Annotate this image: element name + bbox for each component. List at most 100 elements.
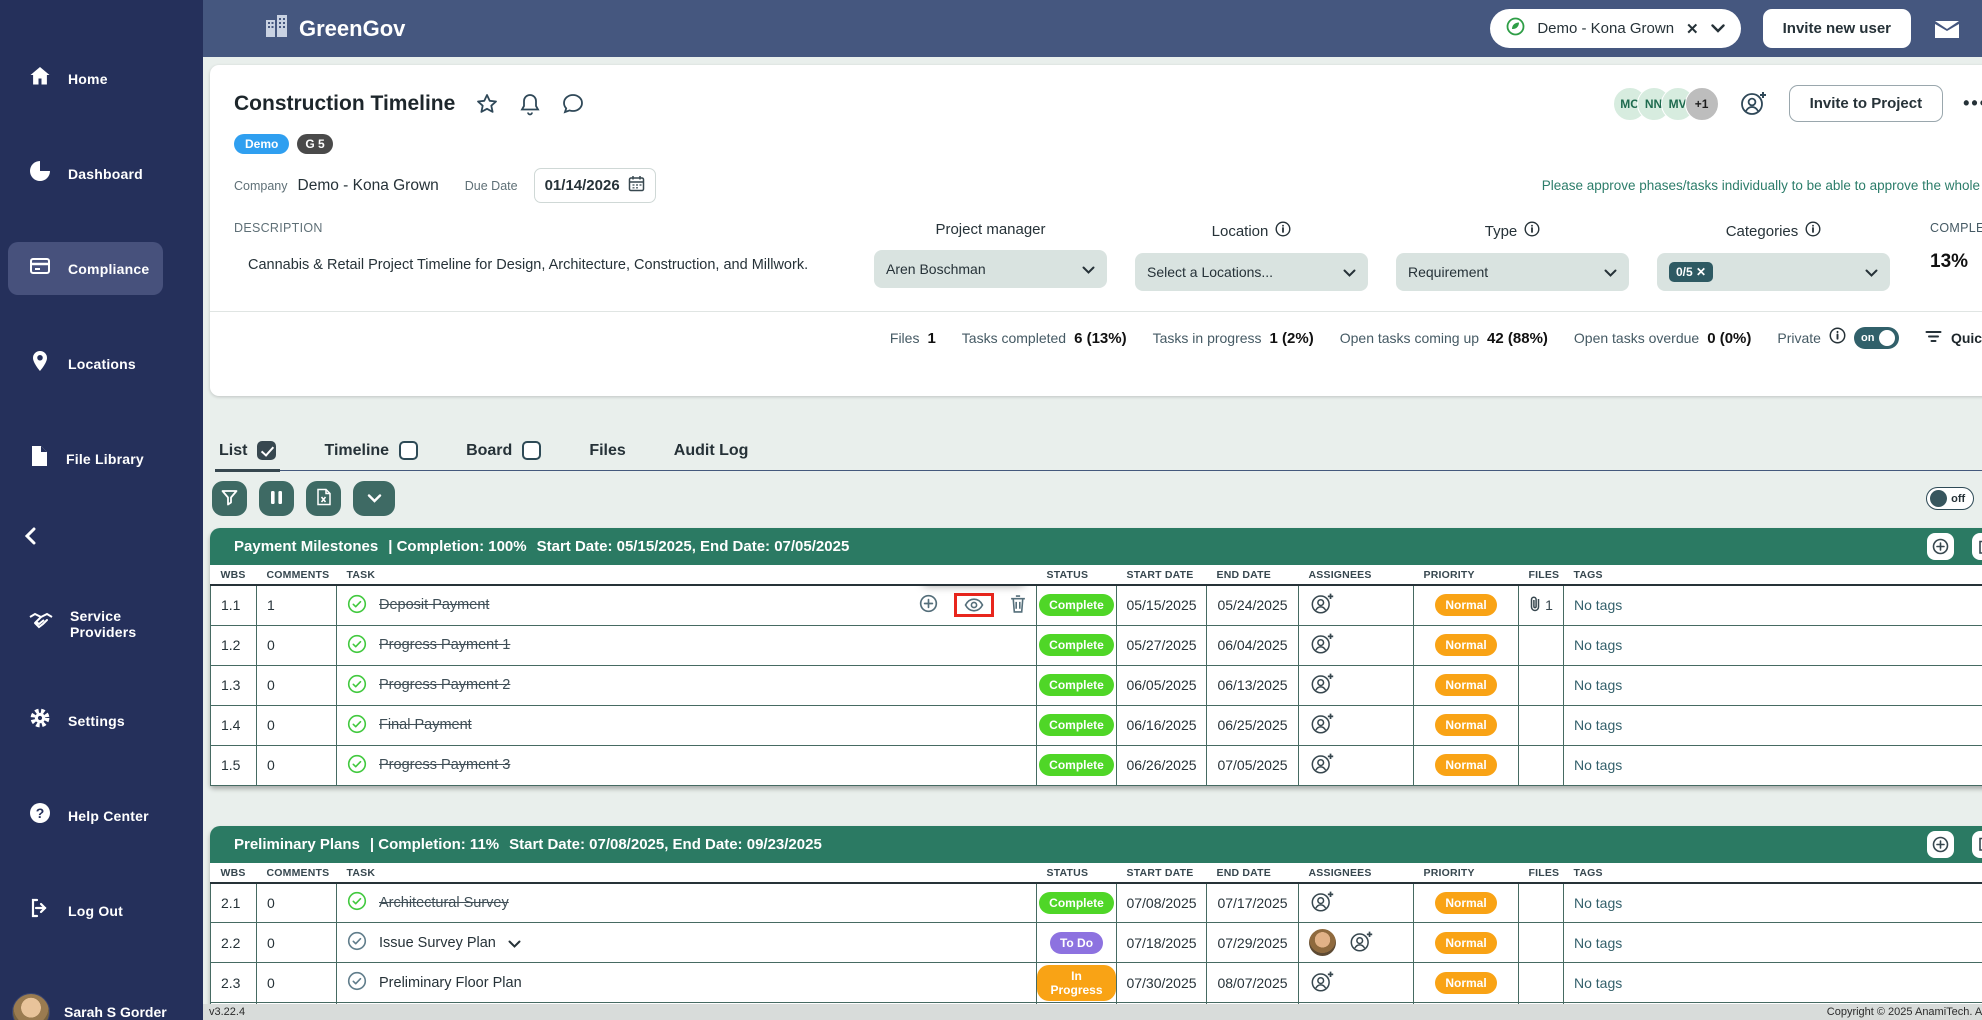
end-date-cell[interactable]: 06/04/2025 [1207, 625, 1299, 665]
tags-cell[interactable]: No tags [1564, 705, 1982, 745]
check-circle-icon[interactable] [347, 891, 367, 914]
files-cell[interactable]: 1 [1519, 585, 1564, 625]
sidebar-item-dashboard[interactable]: Dashboard [8, 147, 193, 200]
task-name[interactable]: Deposit Payment [379, 597, 489, 613]
task-cell[interactable]: Progress Payment 2 [337, 665, 1037, 705]
tab-list[interactable]: List [219, 441, 276, 470]
comments-cell[interactable]: 0 [257, 745, 337, 785]
task-name[interactable]: Architectural Survey [379, 895, 509, 911]
files-cell[interactable] [1519, 923, 1564, 963]
sidebar-user[interactable]: Sarah S Gorder [0, 979, 203, 1020]
sidebar-item-compliance[interactable]: Compliance [8, 242, 163, 295]
info-icon[interactable] [1524, 221, 1540, 241]
task-cell[interactable]: Preliminary Floor Plan [337, 963, 1037, 1003]
assignees-cell[interactable] [1299, 745, 1414, 785]
end-date-cell[interactable]: 07/29/2025 [1207, 923, 1299, 963]
start-date-cell[interactable]: 07/30/2025 [1117, 963, 1207, 1003]
task-name[interactable]: Final Payment [379, 717, 472, 733]
comments-cell[interactable]: 0 [257, 963, 337, 1003]
status-cell[interactable]: Complete [1037, 585, 1117, 625]
files-cell[interactable] [1519, 665, 1564, 705]
end-date-cell[interactable]: 07/05/2025 [1207, 745, 1299, 785]
assignee-avatar-stack[interactable]: MC NN MV +1 [1613, 87, 1719, 121]
tags-cell[interactable]: No tags [1564, 585, 1982, 625]
status-cell[interactable]: To Do [1037, 923, 1117, 963]
type-select[interactable]: Requirement [1396, 253, 1629, 291]
task-name[interactable]: Progress Payment 3 [379, 757, 510, 773]
priority-cell[interactable]: Normal [1414, 923, 1519, 963]
assignees-cell[interactable] [1299, 665, 1414, 705]
end-date-cell[interactable]: 05/24/2025 [1207, 585, 1299, 625]
sidebar-item-file-library[interactable]: File Library [8, 432, 193, 485]
priority-cell[interactable]: Normal [1414, 705, 1519, 745]
project-manager-select[interactable]: Aren Boschman [874, 250, 1107, 288]
expand-task-chevron-icon[interactable] [508, 935, 521, 951]
task-row[interactable]: 1.11Deposit PaymentView a taskComplete05… [211, 585, 1982, 625]
assign-person-add-icon[interactable] [1309, 631, 1336, 659]
tags-cell[interactable]: No tags [1564, 923, 1982, 963]
favorite-star-icon[interactable] [475, 92, 499, 116]
check-circle-icon[interactable] [347, 634, 367, 657]
categories-select[interactable]: 0/5 ✕ [1657, 253, 1890, 291]
comments-cell[interactable]: 0 [257, 625, 337, 665]
mail-icon[interactable] [1933, 18, 1961, 40]
start-date-cell[interactable]: 07/08/2025 [1117, 883, 1207, 923]
tab-audit-log[interactable]: Audit Log [674, 442, 749, 470]
task-cell[interactable]: Architectural Survey [337, 883, 1037, 923]
sidebar-item-home[interactable]: Home [8, 52, 193, 105]
comments-cell[interactable]: 0 [257, 705, 337, 745]
add-task-button[interactable] [1927, 831, 1954, 858]
priority-cell[interactable]: Normal [1414, 963, 1519, 1003]
categories-chip[interactable]: 0/5 ✕ [1669, 262, 1713, 282]
start-date-cell[interactable]: 06/05/2025 [1117, 665, 1207, 705]
task-cell[interactable]: Issue Survey Plan [337, 923, 1037, 963]
status-cell[interactable]: Complete [1037, 883, 1117, 923]
pause-button[interactable] [259, 481, 294, 516]
tags-cell[interactable]: No tags [1564, 625, 1982, 665]
tab-timeline[interactable]: Timeline [324, 441, 418, 470]
assign-person-add-icon[interactable] [1309, 751, 1336, 779]
sidebar-item-service-providers[interactable]: Service Providers [8, 596, 193, 652]
priority-cell[interactable]: Normal [1414, 745, 1519, 785]
task-name[interactable]: Issue Survey Plan [379, 935, 496, 951]
priority-cell[interactable]: Normal [1414, 625, 1519, 665]
task-name[interactable]: Progress Payment 1 [379, 637, 510, 653]
view-task-eye-icon[interactable]: View a task [954, 593, 994, 617]
notify-bell-icon[interactable] [519, 92, 541, 116]
priority-cell[interactable]: Normal [1414, 665, 1519, 705]
tab-files[interactable]: Files [589, 442, 625, 470]
start-date-cell[interactable]: 06/16/2025 [1117, 705, 1207, 745]
more-options-icon[interactable]: ••• [1963, 93, 1982, 114]
task-row[interactable]: 2.10Architectural SurveyComplete07/08/20… [211, 883, 1982, 923]
files-cell[interactable] [1519, 963, 1564, 1003]
files-cell[interactable] [1519, 705, 1564, 745]
start-date-cell[interactable]: 05/15/2025 [1117, 585, 1207, 625]
task-row[interactable]: 2.30Preliminary Floor PlanIn Progress07/… [211, 963, 1982, 1003]
assignees-cell[interactable] [1299, 585, 1414, 625]
assign-person-add-icon[interactable] [1309, 889, 1336, 917]
comments-cell[interactable]: 0 [257, 883, 337, 923]
delete-task-icon[interactable] [1010, 595, 1026, 616]
person-add-icon[interactable] [1739, 90, 1769, 118]
check-circle-icon[interactable] [347, 714, 367, 737]
due-date-input[interactable]: 01/14/2026 [534, 168, 656, 203]
sidebar-item-logout[interactable]: Log Out [8, 884, 193, 937]
comments-cell[interactable]: 1 [257, 585, 337, 625]
status-cell[interactable]: In Progress [1037, 963, 1117, 1003]
add-task-button[interactable] [1927, 533, 1954, 560]
list-checkbox[interactable] [257, 441, 276, 460]
task-row[interactable]: 1.20Progress Payment 1Complete05/27/2025… [211, 625, 1982, 665]
timeline-checkbox[interactable] [399, 441, 418, 460]
invite-to-project-button[interactable]: Invite to Project [1789, 85, 1944, 122]
clear-company-icon[interactable]: ✕ [1686, 20, 1699, 38]
end-date-cell[interactable]: 07/17/2025 [1207, 883, 1299, 923]
phase-header[interactable]: Payment Milestones | Completion: 100% St… [210, 528, 1982, 565]
export-excel-button[interactable] [306, 481, 341, 516]
add-subtask-icon[interactable] [919, 594, 938, 616]
comment-bubble-icon[interactable] [561, 92, 585, 116]
tags-cell[interactable]: No tags [1564, 665, 1982, 705]
start-date-cell[interactable]: 05/27/2025 [1117, 625, 1207, 665]
check-circle-icon[interactable] [347, 971, 367, 994]
status-cell[interactable]: Complete [1037, 705, 1117, 745]
assignees-cell[interactable] [1299, 705, 1414, 745]
